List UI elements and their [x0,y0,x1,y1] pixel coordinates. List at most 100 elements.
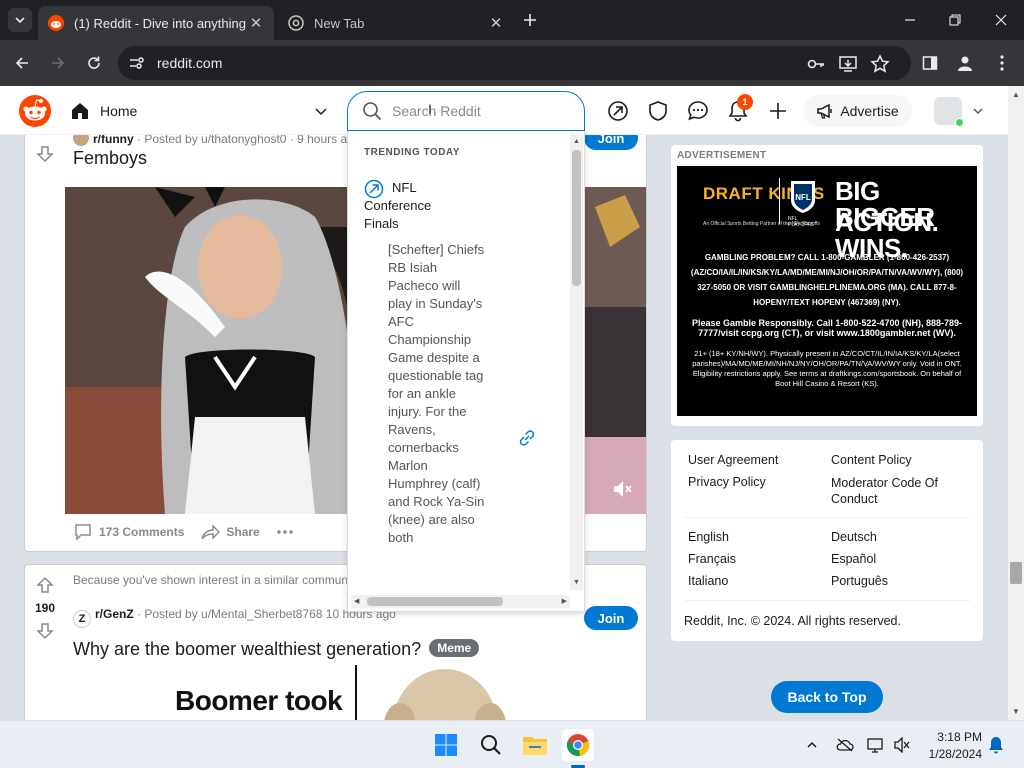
moderator-code-link[interactable]: Moderator Code Of Conduct [831,475,956,507]
back-to-top-button[interactable]: Back to Top [771,681,883,713]
close-window-button[interactable] [987,8,1015,32]
post-image[interactable]: Boomer took [65,665,646,720]
side-panel-button[interactable] [918,51,942,75]
more-options-button[interactable] [276,529,300,535]
language-english-link[interactable]: English [688,530,729,544]
file-explorer-button[interactable] [519,729,551,761]
join-button[interactable]: Join [584,606,638,630]
language-italiano-link[interactable]: Italiano [688,574,728,588]
chrome-taskbar-button[interactable] [562,729,594,761]
advertisement-banner[interactable]: DRAFT KINGS NFL NFL PLAYOFFS BIG ACTION.… [677,166,977,416]
moderation-button[interactable] [645,98,671,124]
popular-button[interactable] [605,98,631,124]
chevron-up-icon [807,741,817,748]
notifications-center-button[interactable] [986,735,1006,755]
restore-icon [949,14,961,26]
tab-new-tab[interactable]: New Tab ✕ [278,6,514,40]
scroll-right-arrow-icon[interactable]: ▶ [562,597,567,605]
post-title[interactable]: Femboys [73,148,147,169]
downvote-icon[interactable] [35,144,55,164]
post-flair[interactable]: Meme [429,639,480,657]
person-icon [958,56,972,71]
join-button[interactable]: Join [584,135,638,150]
scroll-up-arrow-icon[interactable]: ▲ [1012,90,1020,99]
star-icon[interactable] [870,54,890,74]
browser-menu-button[interactable] [990,51,1014,75]
scroll-down-arrow-icon[interactable]: ▼ [1012,707,1020,716]
close-icon[interactable]: ✕ [248,15,264,32]
tab-search-button[interactable] [8,8,32,32]
reload-button[interactable] [82,51,106,75]
network-button[interactable] [866,735,886,755]
profile-button[interactable] [953,51,977,75]
svg-text:NFL: NFL [795,193,811,202]
share-button[interactable]: Share [200,522,260,542]
address-bar[interactable]: reddit.com [118,46,911,80]
key-icon[interactable] [806,54,826,74]
search-input[interactable] [392,101,572,121]
volume-button[interactable] [892,735,912,755]
posted-by: · Posted by u/thatonyghost0 · 9 hours ag… [137,135,361,146]
start-button[interactable] [430,729,462,761]
search-bar[interactable]: I [347,91,585,131]
scrollbar-thumb[interactable] [1010,562,1022,584]
clock-date[interactable]: 1/28/2024 [916,747,982,761]
notifications-button[interactable]: 1 [725,94,753,124]
language-portugues-link[interactable]: Português [831,574,888,588]
vote-count: 190 [34,601,56,615]
content-policy-link[interactable]: Content Policy [831,453,912,467]
cloud-sync-button[interactable] [835,735,855,755]
minimize-button[interactable] [896,8,924,32]
install-app-icon[interactable] [838,54,858,74]
scroll-up-arrow-icon[interactable]: ▲ [572,137,581,146]
home-dropdown[interactable]: Home [70,97,328,125]
advertise-label: Advertise [840,103,899,119]
side-panel-icon [922,56,938,70]
trending-item-title[interactable]: NFL Conference Finals [364,179,456,233]
language-deutsch-link[interactable]: Deutsch [831,530,877,544]
arrow-right-icon [52,57,65,69]
trending-item-description[interactable]: [Schefter] Chiefs RB Isiah Pacheco will … [388,241,486,547]
site-info-icon[interactable] [126,53,146,73]
user-menu[interactable] [934,96,986,127]
back-button[interactable] [10,51,34,75]
chat-button[interactable] [685,98,711,124]
upvote-icon[interactable] [35,575,55,595]
subreddit-name[interactable]: r/GenZ [95,607,134,621]
nfl-playoffs-logo: NFL NFL PLAYOFFS [779,178,819,228]
tab-reddit[interactable]: (1) Reddit - Dive into anything ✕ [38,6,274,40]
subreddit-name[interactable]: r/funny [93,135,134,146]
vote-column: 190 [25,565,65,720]
nfl-shield-icon: NFL [791,181,815,213]
chrome-logo-icon [566,734,590,756]
language-espanol-link[interactable]: Español [831,552,876,566]
comments-button[interactable]: 173 Comments [73,522,184,542]
advertise-button[interactable]: Advertise [803,95,912,127]
scrollbar-thumb[interactable] [572,150,581,286]
downvote-icon[interactable] [35,621,55,641]
taskbar-search-button[interactable] [475,729,507,761]
new-tab-button[interactable] [520,10,540,30]
dropdown-vertical-scrollbar[interactable]: ▲ ▼ [570,134,583,590]
scroll-left-arrow-icon[interactable]: ◀ [354,597,359,605]
clock-time[interactable]: 3:18 PM [930,730,982,744]
forward-button[interactable] [46,51,70,75]
close-icon[interactable]: ✕ [488,15,504,32]
muted-speaker-icon[interactable] [611,478,633,500]
url-text[interactable]: reddit.com [157,55,222,71]
restore-button[interactable] [941,8,969,32]
home-label: Home [100,103,138,119]
dropdown-horizontal-scrollbar[interactable]: ◀ ▶ [351,595,570,608]
create-post-button[interactable] [765,98,791,124]
scroll-down-arrow-icon[interactable]: ▼ [572,578,581,587]
show-hidden-icons-button[interactable] [802,735,822,755]
folder-icon [523,737,547,755]
page-scrollbar[interactable]: ▲ ▼ [1008,86,1024,720]
link-icon [519,430,535,446]
post-title[interactable]: Why are the boomer wealthiest generation… [73,639,480,660]
reddit-logo-icon[interactable] [19,95,51,127]
scrollbar-thumb[interactable] [367,597,503,606]
user-agreement-link[interactable]: User Agreement [688,453,778,467]
language-francais-link[interactable]: Français [688,552,736,566]
privacy-policy-link[interactable]: Privacy Policy [688,475,766,489]
